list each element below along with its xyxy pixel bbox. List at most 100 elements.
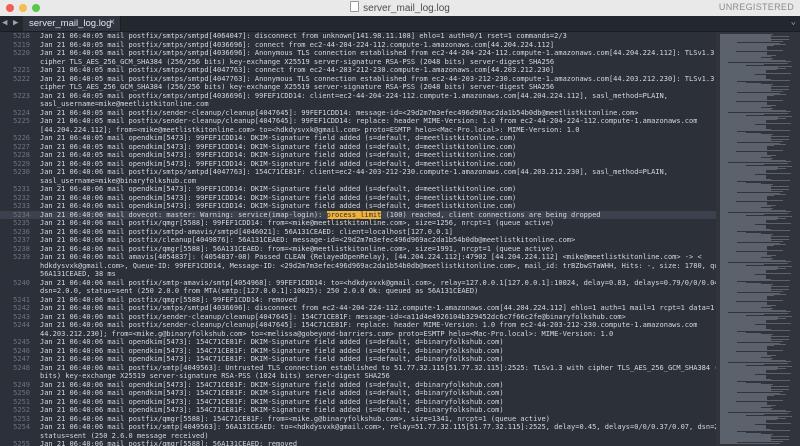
line-number <box>0 270 40 279</box>
log-line[interactable]: [44.204.224.112]; from=<mike@meetlistkit… <box>0 126 716 135</box>
log-line[interactable]: 5253 Jan 21 06:40:06 mail postfix/qmgr[55… <box>0 415 716 424</box>
log-line[interactable]: 5232 Jan 21 06:40:06 mail opendkim[5473]:… <box>0 194 716 203</box>
log-line[interactable]: 5240 Jan 21 06:40:06 mail postfix/smtp-am… <box>0 279 716 288</box>
log-line[interactable]: 5242 Jan 21 06:40:06 mail postfix/smtps/s… <box>0 304 716 313</box>
log-line[interactable]: 5228 Jan 21 06:40:05 mail opendkim[5473]:… <box>0 151 716 160</box>
log-line[interactable]: 5243 Jan 21 06:40:06 mail postfix/sender-… <box>0 313 716 322</box>
log-text-tail: (100) reached, client connections are be… <box>381 210 601 219</box>
minimap-line <box>720 61 791 62</box>
log-line[interactable]: 5246 Jan 21 06:40:06 mail opendkim[5473]:… <box>0 347 716 356</box>
line-number: 5255 <box>13 440 30 446</box>
log-line[interactable]: 5239 Jan 21 06:40:06 mail amavis[4054837]… <box>0 253 716 262</box>
line-number: 5222 <box>13 74 30 83</box>
log-line[interactable]: 5237 Jan 21 06:40:06 mail postfix/cleanup… <box>0 236 716 245</box>
tab-scroll-left-icon[interactable]: ◀ <box>2 18 7 28</box>
log-line[interactable]: dsn=2.0.0, status=sent (250 2.0.0 from M… <box>0 287 716 296</box>
line-number: 5218 <box>13 32 30 40</box>
log-line[interactable]: 5255 Jan 21 06:40:06 mail postfix/qmgr[55… <box>0 440 716 446</box>
log-text: Jan 21 06:40:06 mail postfix/smtp[404956… <box>40 363 716 372</box>
tab-scroll-right-icon[interactable]: ▶ <box>13 18 18 28</box>
line-number: 5254 <box>13 423 30 431</box>
line-number <box>0 58 40 67</box>
log-line-text: Jan 21 06:40:05 mail opendkim[5473]: 99F… <box>40 134 516 143</box>
log-line[interactable]: 5230 Jan 21 06:40:06 mail postfix/smtps/s… <box>0 168 716 177</box>
log-text: Jan 21 06:40:05 mail postfix/smtps/smtpd… <box>40 40 555 49</box>
log-line[interactable]: 5245 Jan 21 06:40:06 mail opendkim[5473]:… <box>0 338 716 347</box>
log-text: Jan 21 06:40:05 mail postfix/smtps/smtpd… <box>40 91 668 100</box>
log-line[interactable]: sasl_username=mike@binaryfolkshub.com <box>0 177 716 186</box>
log-line-text: Jan 21 06:40:06 mail postfix/smtps/smtpd… <box>40 304 716 313</box>
log-line[interactable]: 5223 Jan 21 06:40:05 mail postfix/smtps/s… <box>0 92 716 101</box>
log-line-text: Jan 21 06:40:06 mail opendkim[5473]: 154… <box>40 347 504 356</box>
log-line[interactable]: 5241 Jan 21 06:40:06 mail postfix/qmgr[55… <box>0 296 716 305</box>
log-line[interactable]: 5251 Jan 21 06:40:06 mail opendkim[5473]:… <box>0 398 716 407</box>
log-line-text: sasl_username=mike@binaryfolkshub.com <box>40 177 196 186</box>
log-line-text: Jan 21 06:40:06 mail postfix/smtp[404956… <box>40 423 716 432</box>
log-line[interactable]: cipher TLS_AES_256_GCM_SHA384 (256/256 b… <box>0 58 716 67</box>
log-line-text: Jan 21 06:40:06 mail postfix/qmgr[5588]:… <box>40 440 297 446</box>
minimap-line <box>720 111 791 112</box>
log-line-text: Jan 21 06:40:06 mail opendkim[5473]: 99F… <box>40 202 516 211</box>
log-line[interactable]: 5220 Jan 21 06:40:05 mail postfix/smtps/s… <box>0 49 716 58</box>
log-line[interactable]: 5226 Jan 21 06:40:05 mail opendkim[5473]:… <box>0 134 716 143</box>
log-line[interactable]: 5234 Jan 21 06:40:06 mail dovecot: master… <box>0 210 716 219</box>
line-number <box>0 372 40 381</box>
log-text: Jan 21 06:40:05 mail opendkim[5473]: 99F… <box>40 134 517 142</box>
log-line[interactable]: bits) key-exchange X25519 server-signatu… <box>0 372 716 381</box>
tab-menu-chevron-icon[interactable]: ⌄ <box>791 17 796 27</box>
log-line[interactable]: 5233 Jan 21 06:40:06 mail opendkim[5473]:… <box>0 202 716 211</box>
log-line-text: Jan 21 06:40:06 mail postfix/smtps/smtpd… <box>40 168 668 177</box>
log-line[interactable]: 5224 Jan 21 06:40:05 mail postfix/sender-… <box>0 109 716 118</box>
log-line[interactable]: 5252 Jan 21 06:40:06 mail opendkim[5473]:… <box>0 406 716 415</box>
log-line[interactable]: 5221 Jan 21 06:40:05 mail postfix/smtps/s… <box>0 66 716 75</box>
log-line[interactable]: 5249 Jan 21 06:40:06 mail opendkim[5473]:… <box>0 381 716 390</box>
tab-close-icon[interactable]: × <box>109 17 115 28</box>
log-text: Jan 21 06:40:06 mail opendkim[5473]: 99F… <box>40 193 517 202</box>
line-number: 5248 <box>13 363 30 372</box>
window-title-text: server_mail_log.log <box>363 3 450 14</box>
log-line[interactable]: sasl_username=mike@meetlistkitonline.com <box>0 100 716 109</box>
line-number: 5236 <box>13 227 30 236</box>
line-number: 5233 <box>13 202 30 210</box>
log-line[interactable]: 5231 Jan 21 06:40:06 mail opendkim[5473]:… <box>0 185 716 194</box>
minimap[interactable] <box>716 32 800 446</box>
log-line-text: dsn=2.0.0, status=sent (250 2.0.0 from M… <box>40 287 478 296</box>
log-line[interactable]: 5225 Jan 21 06:40:05 mail postfix/sender-… <box>0 117 716 126</box>
log-line[interactable]: cipher TLS_AES_256_GCM_SHA384 (256/256 b… <box>0 83 716 92</box>
window-titlebar: server_mail_log.log UNREGISTERED <box>0 0 800 17</box>
log-line[interactable]: 5248 Jan 21 06:40:06 mail postfix/smtp[40… <box>0 364 716 373</box>
log-text: Jan 21 06:40:06 mail postfix/sender-clea… <box>40 321 698 329</box>
log-line[interactable]: 44.203.212.230]; from=<mike.g@binaryfolk… <box>0 330 716 339</box>
log-line[interactable]: 5254 Jan 21 06:40:06 mail postfix/smtp[40… <box>0 423 716 432</box>
line-number: 5250 <box>13 389 30 397</box>
log-line[interactable]: 5227 Jan 21 06:40:05 mail opendkim[5473]:… <box>0 143 716 152</box>
log-line[interactable]: 5236 Jan 21 06:40:06 mail postfix/smtpd-a… <box>0 228 716 237</box>
log-line[interactable]: 5244 Jan 21 06:40:06 mail postfix/sender-… <box>0 321 716 330</box>
log-line[interactable]: status=sent (250 2.6.0 message received) <box>0 432 716 441</box>
log-line[interactable]: 5250 Jan 21 06:40:06 mail opendkim[5473]:… <box>0 389 716 398</box>
log-line-text: bits) key-exchange X25519 server-signatu… <box>40 372 390 381</box>
editor-text-area[interactable]: 5218 Jan 21 06:40:05 mail postfix/smtps/s… <box>0 32 716 446</box>
log-line[interactable]: 5235 Jan 21 06:40:06 mail postfix/qmgr[55… <box>0 219 716 228</box>
line-number: 5243 <box>13 312 30 321</box>
log-line[interactable]: 5218 Jan 21 06:40:05 mail postfix/smtps/s… <box>0 32 716 41</box>
log-line[interactable]: 5238 Jan 21 06:40:06 mail postfix/qmgr[55… <box>0 245 716 254</box>
line-number: 5224 <box>13 108 30 117</box>
minimap-line <box>720 261 791 262</box>
log-line[interactable]: hdkdysvxk@gmail.com>, Queue-ID: 99FEF1CD… <box>0 262 716 271</box>
line-number: 5228 <box>13 151 30 159</box>
tab-server-mail-log[interactable]: server_mail_log.log × <box>23 16 121 31</box>
log-text: Jan 21 06:40:05 mail postfix/smtps/smtpd… <box>40 32 567 40</box>
log-line[interactable]: 5229 Jan 21 06:40:05 mail opendkim[5473]:… <box>0 160 716 169</box>
log-text: Jan 21 06:40:06 mail postfix/qmgr[5588]:… <box>40 295 298 304</box>
log-text: Jan 21 06:40:06 mail opendkim[5473]: 154… <box>40 389 504 397</box>
log-line[interactable]: 5247 Jan 21 06:40:06 mail opendkim[5473]:… <box>0 355 716 364</box>
log-text: Jan 21 06:40:05 mail postfix/sender-clea… <box>40 117 698 125</box>
log-line[interactable]: 5219 Jan 21 06:40:05 mail postfix/smtps/s… <box>0 41 716 50</box>
log-text: Jan 21 06:40:06 mail postfix/smtps/smtpd… <box>40 168 668 176</box>
log-line-text: Jan 21 06:40:06 mail postfix/smtpd-amavi… <box>40 228 453 237</box>
line-number: 5251 <box>13 397 30 406</box>
log-line[interactable]: 5222 Jan 21 06:40:05 mail postfix/smtps/s… <box>0 75 716 84</box>
log-line[interactable]: 56A131CEAED, 38 ms <box>0 270 716 279</box>
document-icon <box>350 1 360 12</box>
